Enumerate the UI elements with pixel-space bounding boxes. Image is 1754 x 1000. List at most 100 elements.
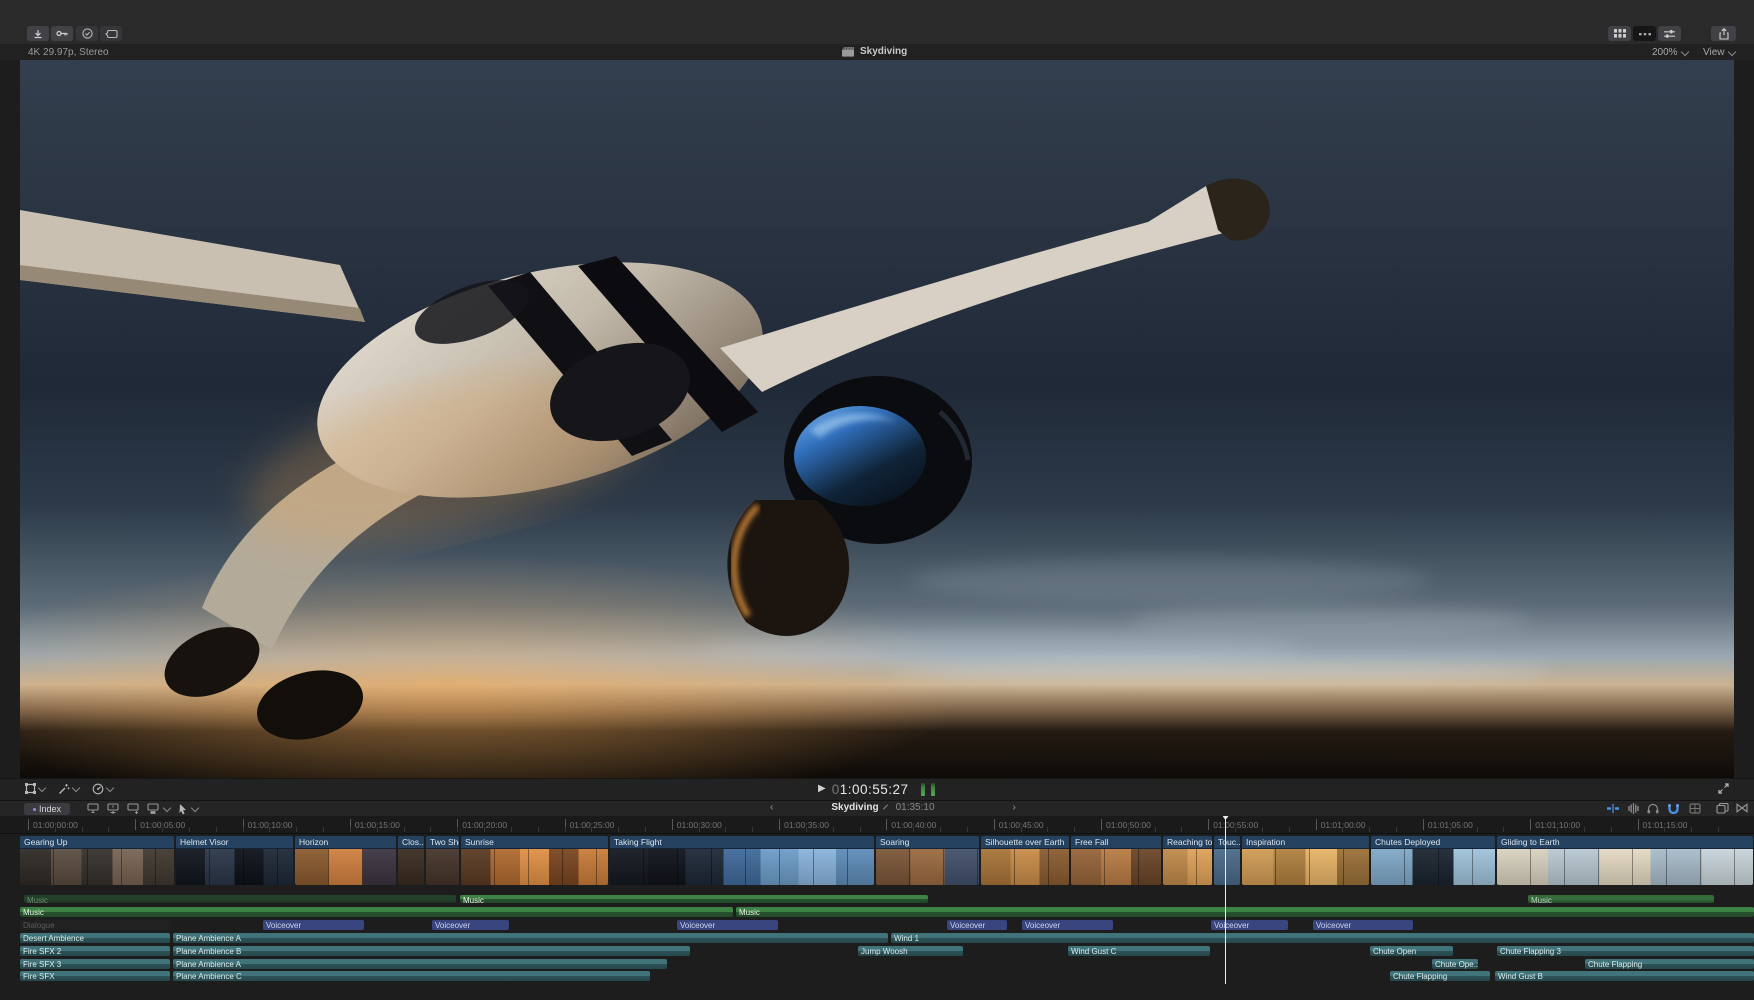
- play-button[interactable]: ▶: [818, 781, 826, 797]
- inspector-toggle-button[interactable]: [1658, 26, 1681, 41]
- overwrite-edit-button[interactable]: [146, 803, 160, 815]
- transform-tool-menu[interactable]: [25, 783, 47, 794]
- audio-clip[interactable]: Wind Gust B: [1495, 971, 1754, 981]
- video-clip[interactable]: Horizon: [295, 836, 396, 885]
- browser-grid-view-button[interactable]: [1608, 26, 1631, 41]
- audio-clip[interactable]: Voiceover: [1313, 920, 1413, 930]
- video-clip[interactable]: Silhouette over Earth: [981, 836, 1069, 885]
- audio-clip[interactable]: Fire SFX 3: [20, 959, 170, 969]
- pointer-tool-menu[interactable]: [178, 803, 188, 815]
- insert-edit-button[interactable]: [106, 803, 120, 815]
- timeline-project-menu[interactable]: Skydiving: [831, 802, 878, 813]
- audio-clip[interactable]: Fire SFX 2: [20, 946, 170, 956]
- effects-browser-toggle[interactable]: [1689, 803, 1701, 814]
- snapping-toggle[interactable]: [1667, 803, 1680, 814]
- audio-clip[interactable]: Plane Ambience A: [173, 959, 667, 969]
- audio-clip[interactable]: Voiceover: [1022, 920, 1113, 930]
- index-button[interactable]: Index: [24, 803, 70, 815]
- audio-clip[interactable]: Voiceover: [1211, 920, 1288, 930]
- video-clip[interactable]: Two Shot: [426, 836, 459, 885]
- connect-edit-icon: [87, 803, 99, 814]
- retime-tool-menu[interactable]: [92, 783, 115, 795]
- audio-clip[interactable]: Wind 1: [891, 933, 1754, 943]
- append-edit-button[interactable]: [126, 803, 140, 815]
- audio-clip[interactable]: Desert Ambience: [20, 933, 170, 943]
- append-edit-icon: [127, 803, 139, 814]
- audio-clip[interactable]: Voiceover: [677, 920, 778, 930]
- ruler-minor-tick: [376, 827, 378, 832]
- audio-clip[interactable]: Music: [20, 907, 733, 917]
- audio-clip[interactable]: Voiceover: [432, 920, 509, 930]
- extensions-button[interactable]: [100, 26, 122, 41]
- audio-skimming-toggle[interactable]: [1627, 803, 1640, 814]
- video-clip[interactable]: Gliding to Earth: [1497, 836, 1753, 885]
- audio-clip[interactable]: Chute Flapping: [1390, 971, 1490, 981]
- timeline-history-back-button[interactable]: ‹: [770, 802, 773, 813]
- audio-clip[interactable]: Chute Flapping 3: [1497, 946, 1754, 956]
- expand-icon: [1718, 783, 1729, 794]
- background-tasks-button[interactable]: [76, 26, 98, 41]
- transitions-browser-toggle[interactable]: [1736, 803, 1748, 813]
- top-toolbar: [0, 0, 1754, 44]
- video-clip[interactable]: Clos...: [398, 836, 424, 885]
- video-clip[interactable]: Inspiration: [1242, 836, 1369, 885]
- ruler-minor-tick: [1047, 827, 1049, 832]
- ruler-minor-tick: [1288, 827, 1290, 832]
- audio-clip[interactable]: Plane Ambience B: [173, 946, 690, 956]
- video-clip[interactable]: Free Fall: [1071, 836, 1161, 885]
- import-media-button[interactable]: [27, 26, 49, 41]
- audio-meter-right: [930, 782, 935, 796]
- ruler-minor-tick: [81, 827, 83, 832]
- extensions-icon: [104, 29, 118, 38]
- timeline-ruler[interactable]: 01:00:00:00 01:00:05:00 01:00:10:00 01:00:1…: [0, 816, 1754, 834]
- video-clip[interactable]: Taking Flight: [610, 836, 874, 885]
- viewer-zoom-menu[interactable]: 200%: [1652, 47, 1689, 58]
- audio-clip[interactable]: Voiceover: [263, 920, 364, 930]
- ruler-minor-tick: [752, 827, 754, 832]
- audio-clip[interactable]: Music: [460, 895, 928, 903]
- audio-clip[interactable]: Wind Gust C: [1068, 946, 1210, 956]
- viewer-expand-button[interactable]: [1718, 783, 1729, 794]
- audio-clip[interactable]: Jump Woosh: [858, 946, 963, 956]
- video-clip[interactable]: Gearing Up: [20, 836, 174, 885]
- viewer-canvas[interactable]: [20, 60, 1734, 778]
- video-clip[interactable]: Touc...: [1214, 836, 1240, 885]
- timeline-history-forward-button[interactable]: ›: [1013, 802, 1016, 813]
- audio-clip[interactable]: Fire SFX: [20, 971, 170, 981]
- browser-list-view-button[interactable]: [1633, 26, 1656, 41]
- video-clip[interactable]: Sunrise: [461, 836, 608, 885]
- audio-clip[interactable]: Chute Flapping: [1585, 959, 1754, 969]
- effects-tool-menu[interactable]: [58, 783, 81, 795]
- audio-clip[interactable]: Plane Ambience A: [173, 933, 888, 943]
- ruler-minor-tick: [1127, 827, 1129, 832]
- ruler-minor-tick: [188, 827, 190, 832]
- share-button[interactable]: [1711, 26, 1736, 41]
- keyword-editor-button[interactable]: [51, 26, 73, 41]
- viewer-view-menu[interactable]: View: [1703, 47, 1736, 58]
- connect-edit-button[interactable]: [86, 803, 100, 815]
- audio-clip[interactable]: Music: [736, 907, 1754, 917]
- video-track: Gearing Up Helmet Visor Horizon Clos... Two …: [0, 836, 1754, 885]
- chevron-down-icon[interactable]: [162, 803, 172, 813]
- audio-clip[interactable]: Plane Ambience C: [173, 971, 650, 981]
- playhead[interactable]: [1225, 816, 1226, 984]
- video-clip[interactable]: Helmet Visor: [176, 836, 293, 885]
- audio-clip[interactable]: Music: [24, 895, 456, 903]
- viewer-info-bar: 4K 29.97p, Stereo Skydiving 200% View: [0, 44, 1754, 60]
- audio-clip[interactable]: Music: [1528, 895, 1714, 903]
- ruler-minor-tick: [510, 827, 512, 832]
- skimming-toggle[interactable]: [1606, 803, 1620, 814]
- ruler-minor-tick: [457, 827, 459, 832]
- audio-clip[interactable]: Dialogue: [20, 920, 170, 930]
- audio-clip[interactable]: Chute Open: [1370, 946, 1453, 956]
- solo-toggle[interactable]: [1647, 803, 1659, 814]
- media-browser-toggle[interactable]: [1716, 803, 1729, 814]
- video-clip[interactable]: Reaching to th...: [1163, 836, 1212, 885]
- chevron-down-icon[interactable]: [190, 803, 200, 813]
- video-clip-name: Horizon: [295, 836, 396, 849]
- audio-clip[interactable]: Voiceover: [947, 920, 1007, 930]
- audio-clip[interactable]: Chute Ope...: [1432, 959, 1478, 969]
- chevron-down-icon: [1680, 47, 1689, 56]
- video-clip[interactable]: Chutes Deployed: [1371, 836, 1495, 885]
- video-clip[interactable]: Soaring: [876, 836, 979, 885]
